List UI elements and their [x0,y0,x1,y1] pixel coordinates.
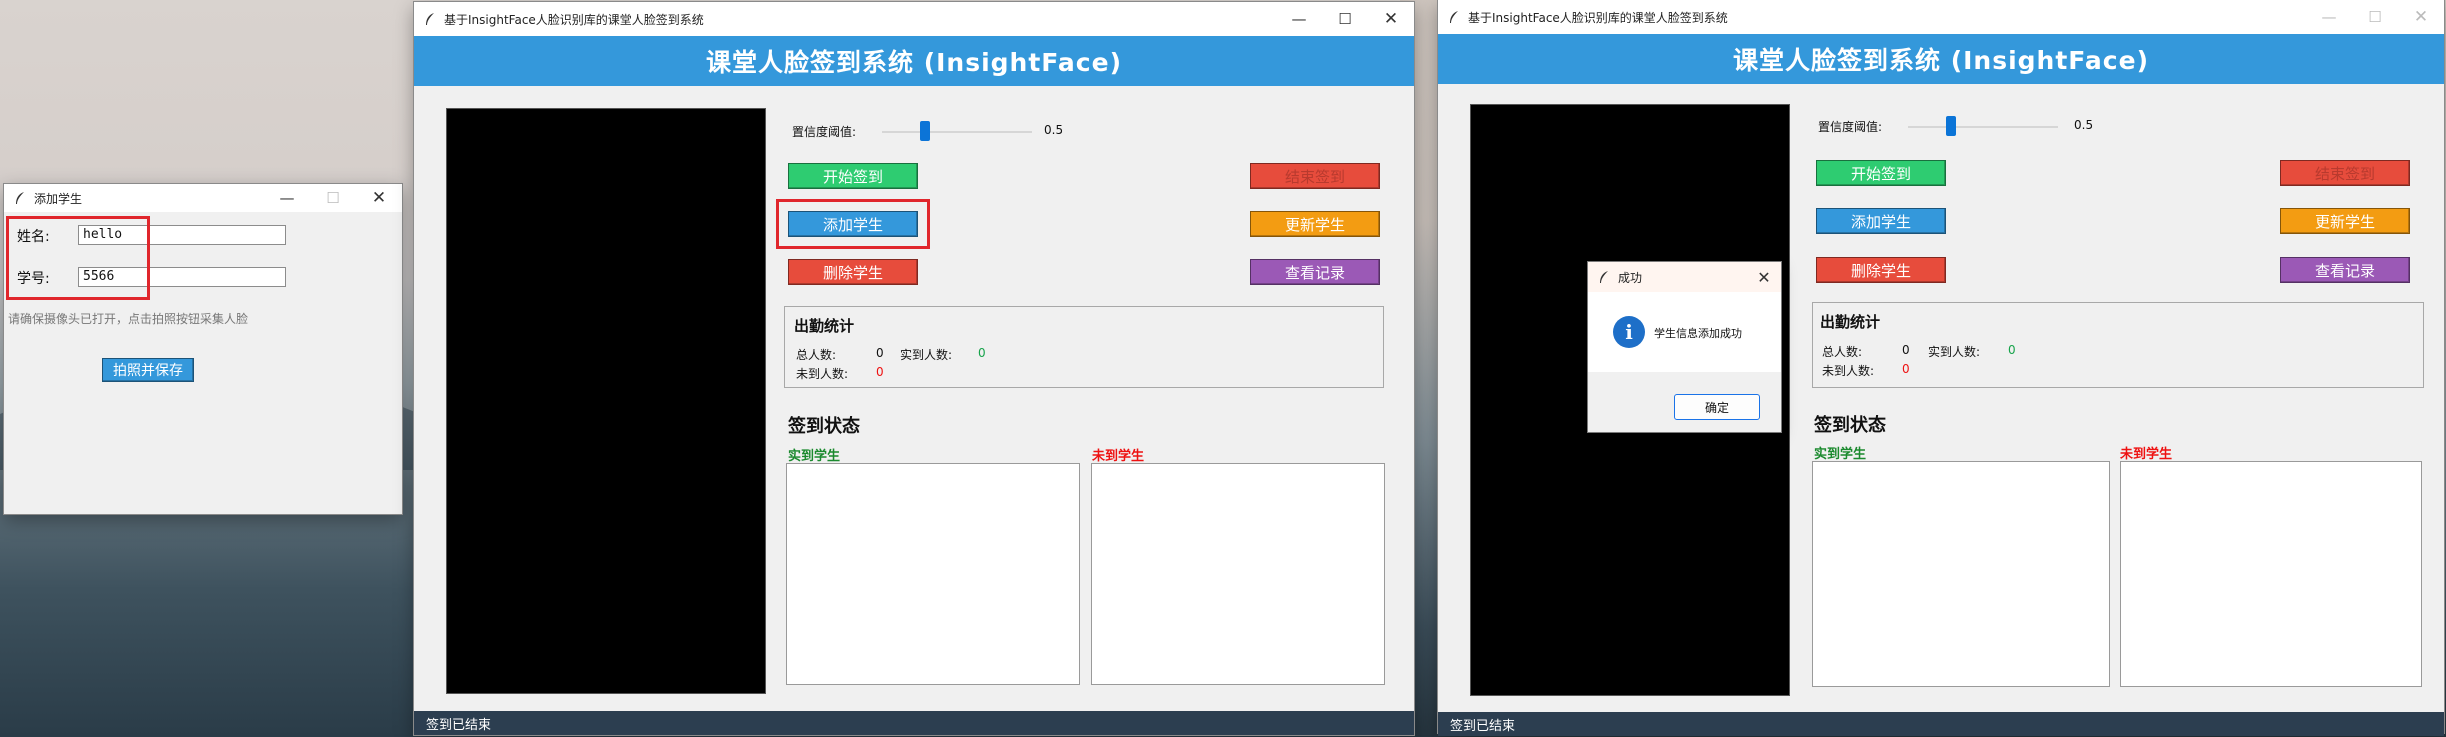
highlight-box-fields [6,216,150,300]
stats-title: 出勤统计 [1820,313,1881,331]
success-titlebar: 成功 ✕ [1588,262,1781,292]
absent-label: 未到人数: [796,367,849,381]
window-title: 基于InsightFace人脸识别库的课堂人脸签到系统 [1468,10,1728,25]
absent-list-title: 未到学生 [1092,449,1145,464]
update-student-button[interactable]: 更新学生 [2280,208,2410,234]
feather-icon [1450,11,1458,23]
main-window-1: 基于InsightFace人脸识别库的课堂人脸签到系统 — ☐ ✕ 课堂人脸签到… [414,2,1414,735]
close-icon[interactable]: ✕ [1747,262,1781,292]
success-message: 学生信息添加成功 [1654,327,1742,340]
minimize-icon[interactable]: — [1276,2,1322,36]
threshold-label: 置信度阈值: [1818,120,1883,134]
feather-icon [1600,271,1608,283]
success-body: i 学生信息添加成功 [1588,292,1781,372]
end-checkin-button[interactable]: 结束签到 [2280,160,2410,186]
main-titlebar: 基于InsightFace人脸识别库的课堂人脸签到系统 — ☐ ✕ [414,2,1414,36]
view-records-button[interactable]: 查看记录 [2280,257,2410,283]
maximize-icon[interactable]: ☐ [2352,0,2398,34]
maximize-icon: ☐ [326,189,340,207]
success-dialog: 成功 ✕ i 学生信息添加成功 确定 [1588,262,1781,432]
threshold-slider-track[interactable] [882,131,1032,133]
present-value: 0 [2008,343,2016,357]
capture-save-button[interactable]: 拍照并保存 [102,358,194,382]
present-label: 实到人数: [900,348,953,362]
threshold-slider-thumb[interactable] [1946,116,1956,136]
absent-students-list[interactable] [1091,463,1385,685]
total-label: 总人数: [796,348,837,362]
threshold-slider-track[interactable] [1908,126,2058,128]
add-student-button[interactable]: 添加学生 [1816,208,1946,234]
feather-icon [426,13,434,25]
feather-icon [16,192,24,204]
highlight-box-add-button [776,199,930,249]
ok-button[interactable]: 确定 [1674,394,1760,420]
absent-list-title: 未到学生 [2120,447,2173,462]
close-icon[interactable]: ✕ [356,184,402,212]
stats-title: 出勤统计 [794,317,855,335]
close-icon[interactable]: ✕ [2398,0,2444,34]
maximize-icon[interactable]: ☐ [1322,2,1368,36]
camera-video-area [446,108,766,694]
attendance-stats-group [784,306,1384,388]
dialog-titlebar: 添加学生 — ☐ ✕ [4,184,402,212]
total-value: 0 [1902,343,1910,357]
info-icon: i [1613,316,1645,348]
dialog-title: 添加学生 [34,191,83,206]
absent-students-list[interactable] [2120,461,2422,687]
success-title: 成功 [1618,270,1643,285]
absent-value: 0 [876,365,884,379]
app-banner: 课堂人脸签到系统 (InsightFace) [414,36,1414,86]
minimize-icon[interactable]: — [264,184,310,212]
main-titlebar: 基于InsightFace人脸识别库的课堂人脸签到系统 — ☐ ✕ [1438,0,2444,34]
threshold-label: 置信度阈值: [792,125,857,139]
start-checkin-button[interactable]: 开始签到 [788,163,918,189]
threshold-value: 0.5 [1044,123,1064,137]
checkin-status-title: 签到状态 [1814,415,1886,436]
present-students-list[interactable] [786,463,1080,685]
present-students-list[interactable] [1812,461,2110,687]
delete-student-button[interactable]: 删除学生 [788,259,918,285]
present-list-title: 实到学生 [1814,447,1867,462]
total-label: 总人数: [1822,345,1863,359]
start-checkin-button[interactable]: 开始签到 [1816,160,1946,186]
absent-value: 0 [1902,362,1910,376]
status-bar: 签到已结束 [414,711,1414,735]
present-value: 0 [978,346,986,360]
add-student-dialog: 添加学生 — ☐ ✕ 姓名: hello 学号: 5566 请确保摄像头已打开，… [4,184,402,514]
status-bar: 签到已结束 [1438,712,2444,736]
absent-label: 未到人数: [1822,364,1875,378]
present-label: 实到人数: [1928,345,1981,359]
camera-hint: 请确保摄像头已打开，点击拍照按钮采集人脸 [8,312,249,326]
update-student-button[interactable]: 更新学生 [1250,211,1380,237]
threshold-value: 0.5 [2074,118,2094,132]
delete-student-button[interactable]: 删除学生 [1816,257,1946,283]
present-list-title: 实到学生 [788,449,841,464]
app-banner: 课堂人脸签到系统 (InsightFace) [1438,34,2444,84]
end-checkin-button[interactable]: 结束签到 [1250,163,1380,189]
window-title: 基于InsightFace人脸识别库的课堂人脸签到系统 [444,12,704,27]
minimize-icon[interactable]: — [2306,0,2352,34]
threshold-slider-thumb[interactable] [920,121,930,141]
checkin-status-title: 签到状态 [788,416,860,437]
view-records-button[interactable]: 查看记录 [1250,259,1380,285]
total-value: 0 [876,346,884,360]
close-icon[interactable]: ✕ [1368,2,1414,36]
